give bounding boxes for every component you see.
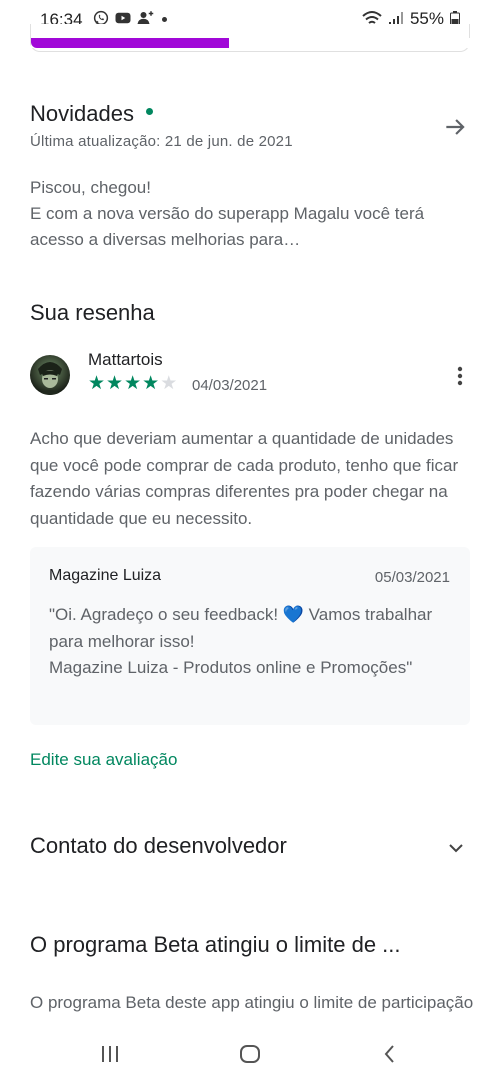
recent-apps-icon[interactable] — [98, 1042, 122, 1066]
star-empty-icon: ★ — [160, 373, 178, 394]
system-nav-bar — [0, 1030, 500, 1082]
developer-reply: Magazine Luiza 05/03/2021 "Oi. Agradeço … — [30, 547, 470, 725]
whats-new-line-2: E com a nova versão do superapp Magalu v… — [30, 204, 425, 249]
chevron-down-icon[interactable] — [444, 836, 468, 860]
beta-title: O programa Beta atingiu o limite de ... — [30, 932, 401, 957]
review-text: Acho que deveriam aumentar a quantidade … — [30, 429, 459, 528]
avatar-image — [36, 362, 64, 395]
install-progress-card — [30, 24, 471, 52]
app-details-page: 16:34 55% Novidades Última atualização: … — [0, 0, 500, 1082]
more-notifications-dot — [162, 16, 167, 22]
new-indicator-dot — [145, 107, 153, 115]
reply-author: Magazine Luiza — [49, 567, 162, 584]
install-progress-fill — [31, 38, 229, 48]
reply-text: "Oi. Agradeço o seu feedback! 💙 Vamos tr… — [49, 605, 433, 677]
whats-new-body: Piscou, chegou! E com a nova versão do s… — [30, 175, 475, 253]
reviewer-name: Mattartois — [88, 350, 163, 369]
whats-new-header[interactable]: Novidades — [30, 101, 153, 127]
edit-review-link[interactable]: Edite sua avaliação — [30, 750, 177, 770]
star-filled-icon: ★ — [106, 373, 124, 394]
star-rating: ★ ★ ★ ★ ★ — [88, 374, 177, 393]
back-icon[interactable] — [378, 1042, 402, 1066]
home-icon[interactable] — [238, 1042, 262, 1066]
star-filled-icon: ★ — [124, 373, 142, 394]
more-vert-icon[interactable] — [452, 364, 468, 388]
avatar — [30, 355, 70, 395]
last-updated-text: Última atualização: 21 de jun. de 2021 — [30, 133, 293, 150]
whats-new-line-1: Piscou, chegou! — [30, 178, 151, 197]
install-progress-bar — [31, 38, 471, 48]
review-date: 04/03/2021 — [192, 377, 268, 394]
developer-contact-title[interactable]: Contato do desenvolvedor — [30, 833, 287, 859]
star-filled-icon: ★ — [88, 373, 106, 394]
star-filled-icon: ★ — [142, 373, 160, 394]
reply-date: 05/03/2021 — [374, 569, 450, 586]
your-review-title: Sua resenha — [30, 300, 155, 325]
arrow-right-icon[interactable] — [442, 114, 468, 140]
whats-new-title: Novidades — [30, 101, 134, 126]
